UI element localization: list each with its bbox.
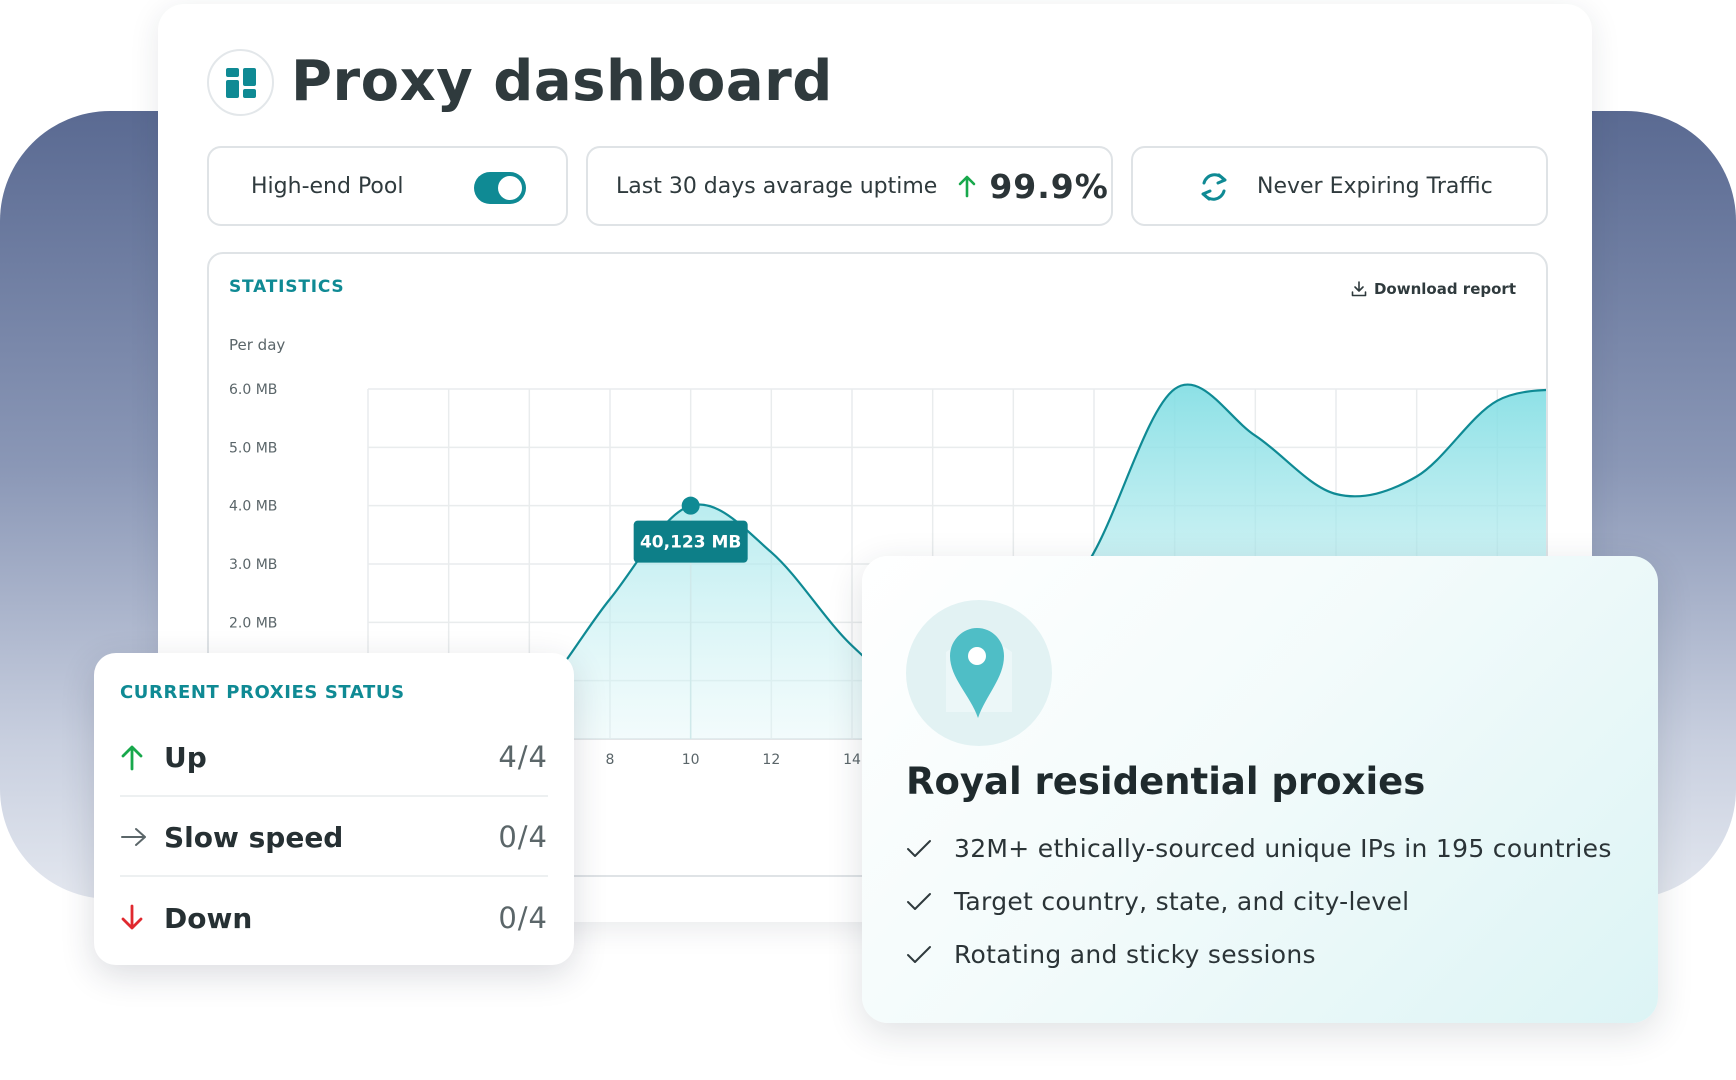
- checkmark-icon: [907, 945, 931, 963]
- highlight-point: [681, 496, 700, 515]
- tooltip-label: 40,123 MB: [640, 533, 741, 553]
- status-label: Down: [164, 901, 253, 935]
- checkmark-icon: [907, 892, 931, 910]
- dashboard-grid-icon: [225, 67, 256, 98]
- y-tick-label: 2.0 MB: [229, 615, 277, 631]
- checkmark-icon: [907, 839, 931, 857]
- status-count: 0/4: [498, 820, 548, 854]
- location-pin-icon: [946, 628, 1012, 718]
- status-count: 0/4: [498, 901, 548, 935]
- y-tick-label: 5.0 MB: [229, 440, 277, 456]
- x-tick-label: 8: [606, 752, 615, 768]
- feature-item: Rotating and sticky sessions: [906, 940, 1316, 969]
- x-tick-label: 10: [682, 752, 700, 768]
- location-badge: [906, 600, 1052, 746]
- status-row-slow: Slow speed 0/4: [120, 799, 548, 877]
- proxies-status-title: CURRENT PROXIES STATUS: [120, 682, 405, 703]
- logo-badge: [207, 49, 274, 116]
- arrow-down-icon: [120, 904, 164, 932]
- uptime-value: 99.9%: [989, 166, 1109, 206]
- traffic-pill: Never Expiring Traffic: [1131, 146, 1548, 226]
- page-title: Proxy dashboard: [291, 49, 833, 114]
- x-tick-label: 12: [762, 752, 780, 768]
- pool-toggle[interactable]: [474, 172, 526, 204]
- status-count: 4/4: [498, 740, 548, 774]
- feature-text: Target country, state, and city-level: [954, 887, 1410, 916]
- uptime-pill: Last 30 days avarage uptime 99.9%: [586, 146, 1113, 226]
- feature-text: Rotating and sticky sessions: [954, 940, 1316, 969]
- promo-title: Royal residential proxies: [906, 760, 1426, 803]
- toggle-knob: [498, 176, 522, 200]
- feature-text: 32M+ ethically-sourced unique IPs in 195…: [954, 834, 1612, 863]
- residential-proxies-card: Royal residential proxies 32M+ ethically…: [862, 556, 1658, 1023]
- pool-pill: High-end Pool: [207, 146, 568, 226]
- proxies-status-card: CURRENT PROXIES STATUS Up 4/4 Slow speed…: [94, 653, 574, 965]
- status-row-up: Up 4/4: [120, 719, 548, 797]
- refresh-icon: [1201, 173, 1227, 201]
- x-tick-label: 14: [843, 752, 861, 768]
- uptime-label: Last 30 days avarage uptime: [616, 173, 938, 199]
- y-tick-label: 3.0 MB: [229, 557, 277, 573]
- y-tick-label: 6.0 MB: [229, 382, 277, 398]
- status-label: Slow speed: [164, 820, 344, 854]
- feature-item: 32M+ ethically-sourced unique IPs in 195…: [906, 834, 1612, 863]
- y-tick-label: 4.0 MB: [229, 499, 277, 515]
- status-label: Up: [164, 740, 207, 774]
- arrow-up-icon: [120, 743, 164, 771]
- feature-item: Target country, state, and city-level: [906, 887, 1409, 916]
- arrow-right-icon: [120, 825, 164, 849]
- traffic-label: Never Expiring Traffic: [1257, 173, 1493, 199]
- arrow-up-icon: [957, 174, 977, 198]
- status-row-down: Down 0/4: [120, 879, 548, 957]
- pool-label: High-end Pool: [251, 173, 404, 199]
